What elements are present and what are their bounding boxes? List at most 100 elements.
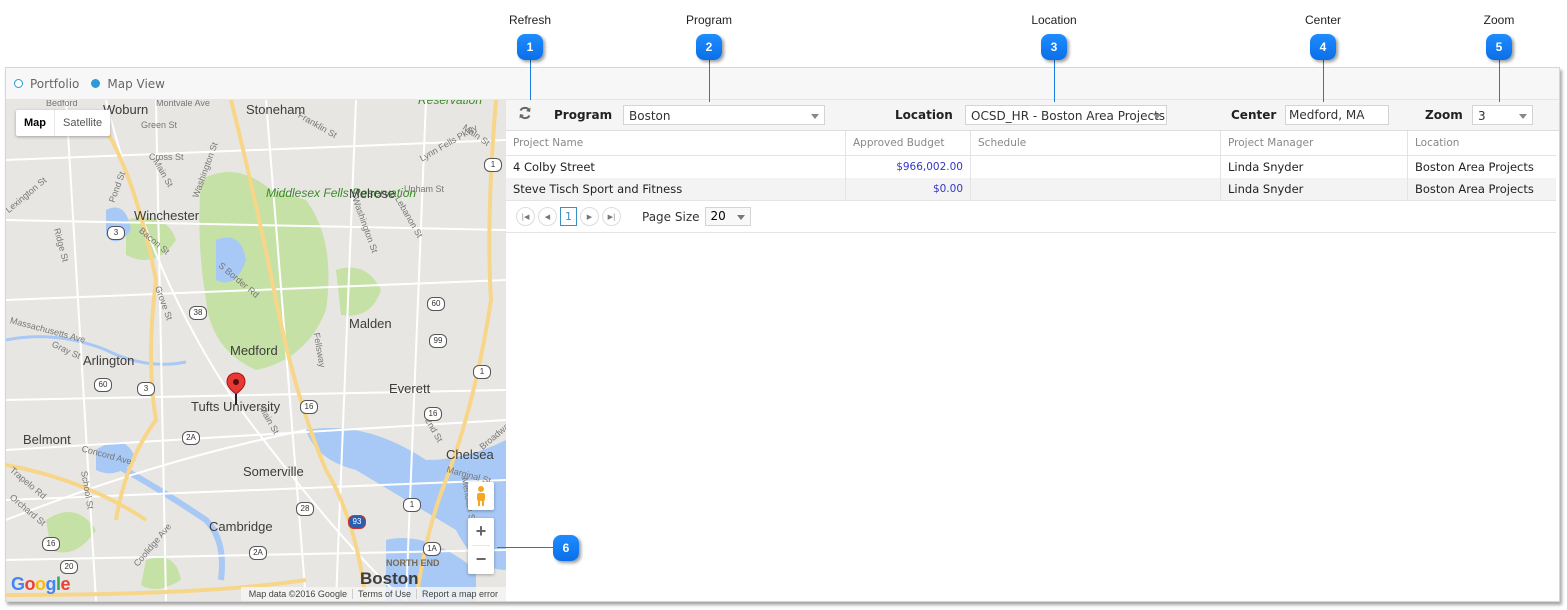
street-view-pegman-icon[interactable] xyxy=(468,482,494,510)
callout-label-refresh: Refresh xyxy=(508,13,552,27)
callout-badge-3: 3 xyxy=(1041,34,1067,60)
cell-approved-budget: $966,002.00 xyxy=(845,155,971,178)
first-page-icon: |◀ xyxy=(521,212,530,221)
terms-of-use-link[interactable]: Terms of Use xyxy=(351,589,416,599)
route-shield: 3 xyxy=(107,226,125,240)
program-select[interactable]: Boston xyxy=(623,105,825,125)
map-type-map-button[interactable]: Map xyxy=(16,110,55,136)
map-type-satellite-button[interactable]: Satellite xyxy=(55,110,110,136)
cell-schedule xyxy=(970,155,1221,178)
app-window: Portfolio Map View Map Satellite Bedford… xyxy=(5,67,1560,602)
column-header-location[interactable]: Location xyxy=(1407,131,1556,156)
place-label-north-end: NORTH END xyxy=(386,558,440,568)
route-shield: 1A xyxy=(423,542,441,556)
next-page-icon: ▶ xyxy=(586,212,593,221)
route-shield: 99 xyxy=(429,334,447,348)
first-page-button[interactable]: |◀ xyxy=(516,207,535,226)
route-shield: 16 xyxy=(42,537,60,551)
route-shield: 1 xyxy=(403,498,421,512)
radio-portfolio[interactable] xyxy=(14,79,23,88)
place-label-belmont: Belmont xyxy=(23,432,71,447)
map-attribution: Map data ©2016 Google Terms of Use Repor… xyxy=(240,587,506,601)
route-shield: 20 xyxy=(60,560,78,574)
column-header-schedule[interactable]: Schedule xyxy=(970,131,1221,156)
google-logo[interactable]: Google xyxy=(11,574,71,595)
table-row[interactable]: Steve Tisch Sport and Fitness $0.00 Lind… xyxy=(506,178,1556,200)
map-view[interactable]: Map Satellite Bedford Woburn Montvale Av… xyxy=(6,100,506,601)
callout-badge-2: 2 xyxy=(696,34,722,60)
center-input[interactable] xyxy=(1285,105,1389,125)
cell-location: Boston Area Projects xyxy=(1407,178,1556,200)
callout-line-6 xyxy=(497,547,553,548)
route-shield: 38 xyxy=(189,306,207,320)
route-shield: 16 xyxy=(300,400,318,414)
callout-line-2 xyxy=(709,60,710,102)
place-label-arlington: Arlington xyxy=(83,353,135,368)
route-shield: 28 xyxy=(296,502,314,516)
program-select-value: Boston xyxy=(629,109,671,123)
route-shield: 2A xyxy=(182,431,200,445)
callout-line-5 xyxy=(1499,60,1500,102)
radio-map-view[interactable] xyxy=(91,79,101,88)
place-label-malden: Malden xyxy=(349,316,392,331)
last-page-button[interactable]: ▶| xyxy=(602,207,621,226)
interstate-shield: 93 xyxy=(348,515,366,529)
place-label-stoneham: Stoneham xyxy=(246,102,306,117)
callout-label-zoom: Zoom xyxy=(1483,13,1515,27)
place-label-chelsea: Chelsea xyxy=(446,447,494,462)
table-row[interactable]: 4 Colby Street $966,002.00 Linda Snyder … xyxy=(506,155,1556,178)
column-header-project-manager[interactable]: Project Manager xyxy=(1220,131,1408,156)
chevron-down-icon xyxy=(811,114,819,119)
route-shield: 1 xyxy=(473,365,491,379)
radio-label-portfolio[interactable]: Portfolio xyxy=(30,77,79,91)
callout-label-location: Location xyxy=(1031,13,1077,27)
page-size-select[interactable]: 20 xyxy=(704,207,751,226)
prev-page-button[interactable]: ◀ xyxy=(538,207,557,226)
program-label: Program xyxy=(554,108,613,122)
callout-badge-4: 4 xyxy=(1310,34,1336,60)
chevron-down-icon xyxy=(736,215,745,220)
page-size-value: 20 xyxy=(710,209,726,223)
map-data-credit: Map data ©2016 Google xyxy=(248,589,347,599)
place-label-medford: Medford xyxy=(230,343,278,358)
column-header-approved-budget[interactable]: Approved Budget xyxy=(845,131,971,156)
map-marker-icon[interactable] xyxy=(226,372,246,406)
zoom-select[interactable]: 3 xyxy=(1472,105,1533,125)
callout-line-1 xyxy=(530,60,531,100)
project-panel: Program Boston Location OCSD_HR - Boston… xyxy=(506,100,1559,601)
street-label: Green St xyxy=(141,120,178,130)
refresh-icon[interactable] xyxy=(518,106,532,124)
center-label: Center xyxy=(1231,108,1277,122)
report-map-error-link[interactable]: Report a map error xyxy=(415,589,503,599)
cell-location: Boston Area Projects xyxy=(1415,160,1534,174)
callout-label-center: Center xyxy=(1304,13,1342,27)
radio-label-map-view[interactable]: Map View xyxy=(107,77,165,91)
route-shield: 16 xyxy=(424,407,442,421)
prev-page-icon: ◀ xyxy=(544,212,551,221)
callout-badge-6: 6 xyxy=(553,535,579,561)
grid-pager: |◀ ◀ 1 ▶ ▶| Page Size 20 xyxy=(506,200,1556,233)
location-select[interactable]: OCSD_HR - Boston Area Projects xyxy=(965,105,1167,125)
street-label: Bedford xyxy=(46,100,78,108)
location-label: Location xyxy=(895,108,953,122)
cell-project-manager: Linda Snyder xyxy=(1220,178,1408,200)
cell-project-manager: Linda Snyder xyxy=(1220,155,1408,178)
route-shield: 60 xyxy=(94,378,112,392)
callout-line-3 xyxy=(1054,60,1055,102)
place-label-reservation: Reservation xyxy=(418,100,483,107)
cell-project-name: 4 Colby Street xyxy=(506,155,846,178)
zoom-in-button[interactable]: + xyxy=(476,518,487,545)
current-page-button[interactable]: 1 xyxy=(560,207,577,226)
zoom-out-button[interactable]: − xyxy=(476,546,487,573)
route-shield: 1 xyxy=(484,158,502,172)
place-label-somerville: Somerville xyxy=(243,464,304,479)
zoom-select-value: 3 xyxy=(1478,109,1486,123)
map-toolbar: Program Boston Location OCSD_HR - Boston… xyxy=(506,100,1559,131)
view-toggle-bar: Portfolio Map View xyxy=(6,68,1559,100)
column-header-project-name[interactable]: Project Name xyxy=(506,131,846,156)
callout-badge-1: 1 xyxy=(517,34,543,60)
page-size-label: Page Size xyxy=(642,209,700,224)
next-page-button[interactable]: ▶ xyxy=(580,207,599,226)
route-shield: 3 xyxy=(137,382,155,396)
route-shield: 2A xyxy=(249,546,267,560)
